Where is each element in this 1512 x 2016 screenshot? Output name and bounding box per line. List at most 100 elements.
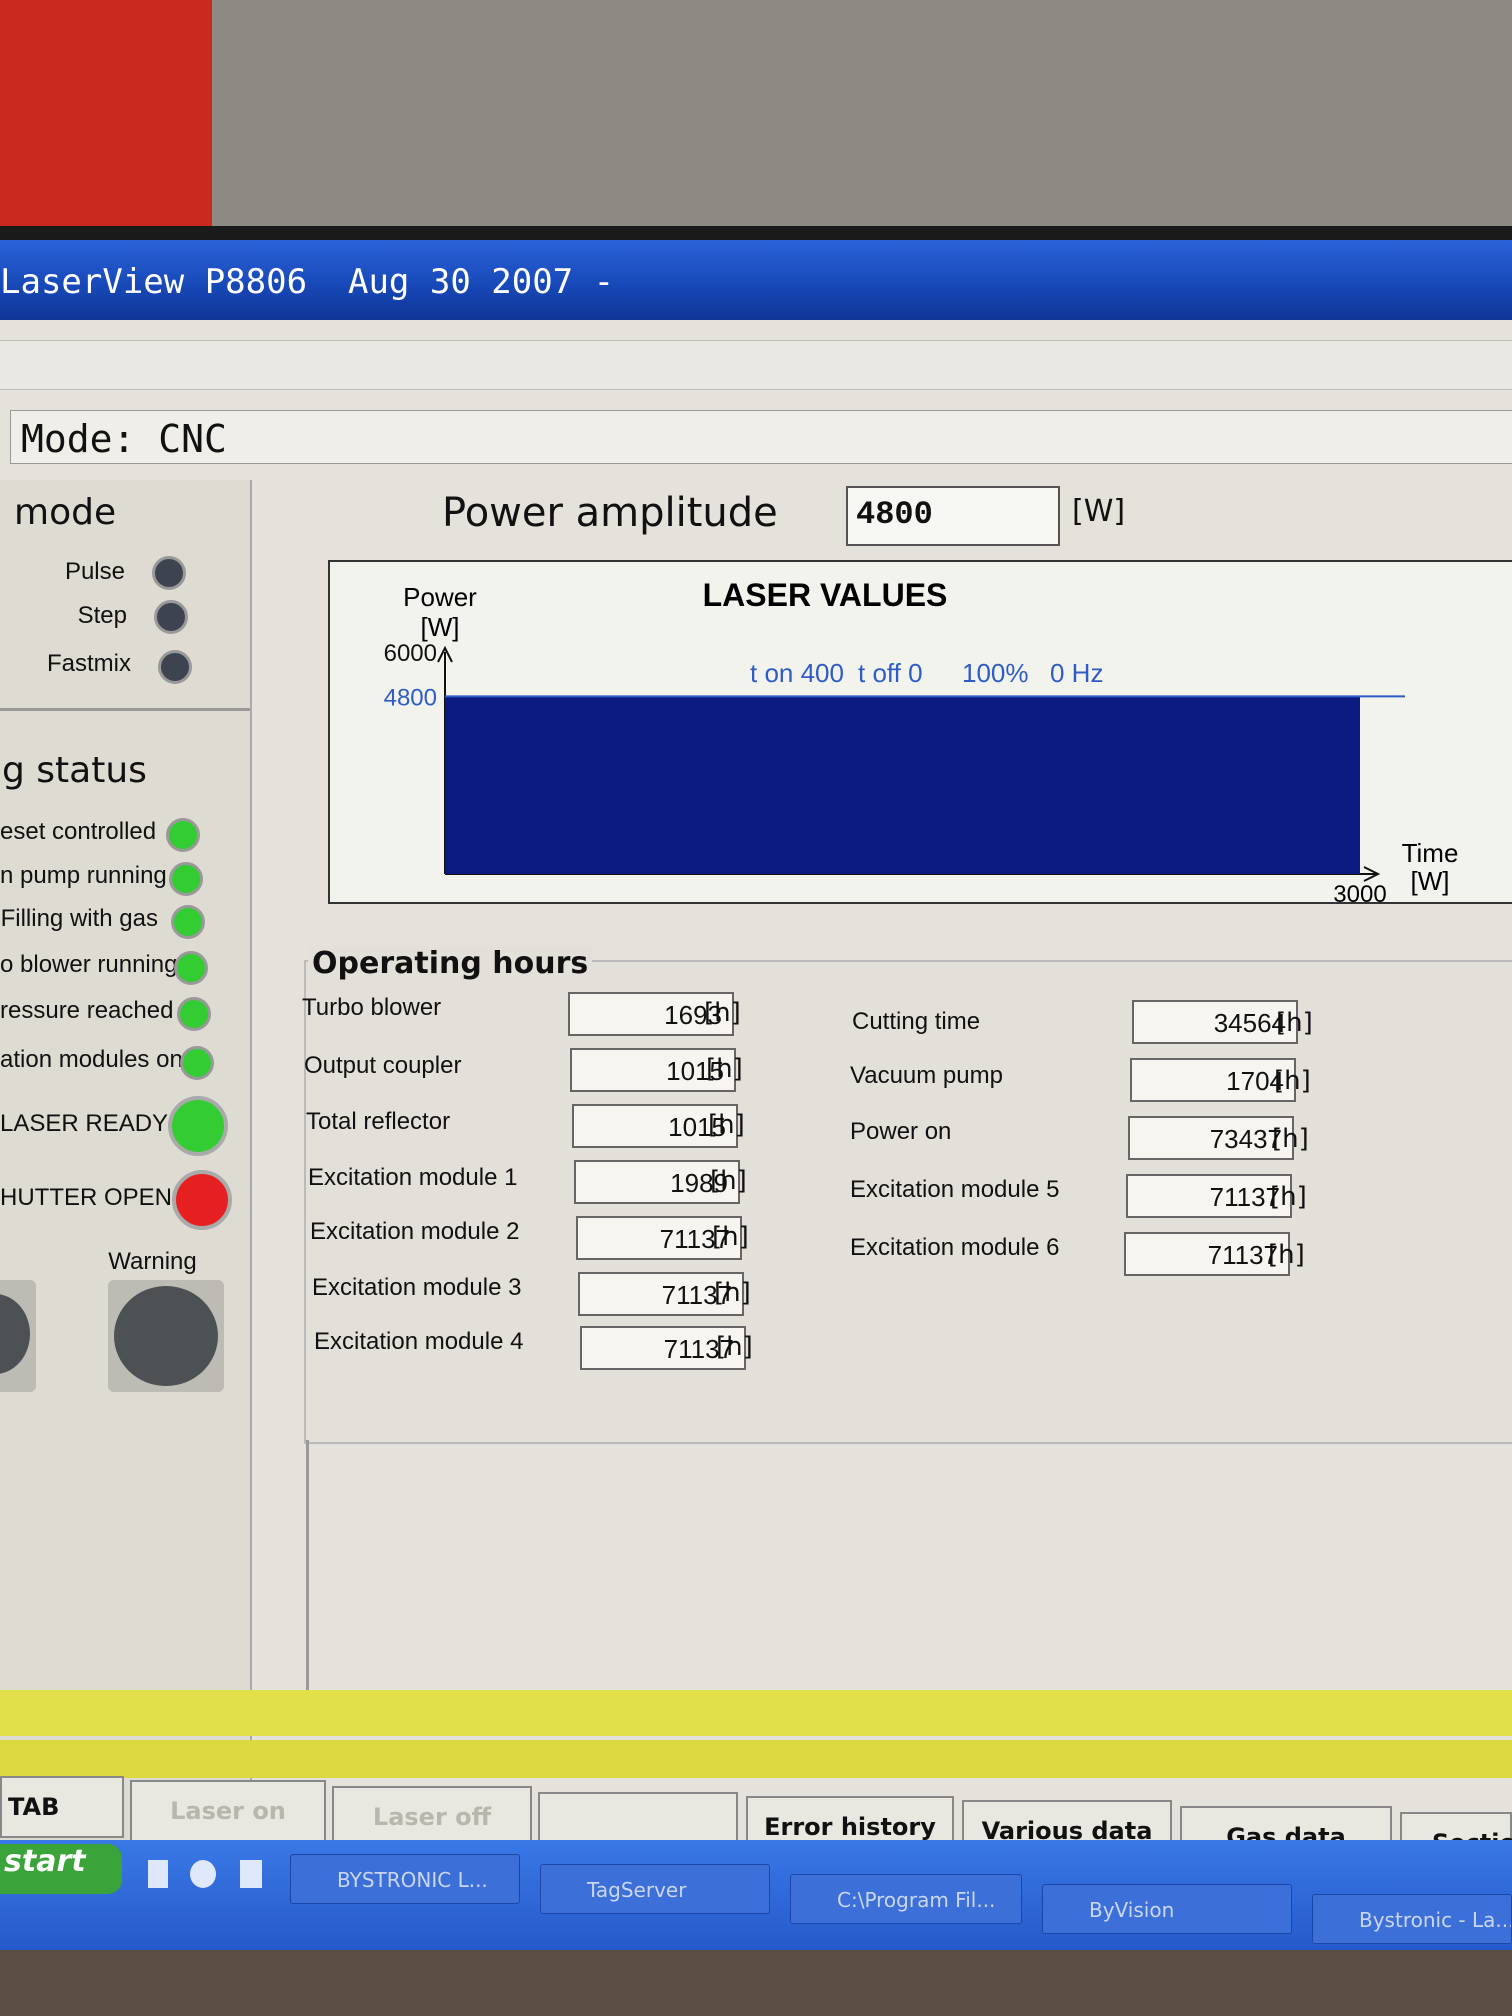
chart-svg: LASER VALUES Power [W] Time [W] 6000 4800… bbox=[384, 577, 1459, 908]
window-title: LaserView P8806 Aug 30 2007 - bbox=[0, 262, 615, 302]
op-label-excitation-module-3: Excitation module 3 bbox=[312, 1274, 522, 1301]
title-bar: LaserView P8806 Aug 30 2007 - bbox=[0, 240, 1512, 320]
operating-hours-title: Operating hours bbox=[308, 946, 593, 981]
status-led bbox=[174, 951, 208, 985]
warning-lamp-icon bbox=[114, 1286, 218, 1386]
op-unit: [h] bbox=[706, 1054, 743, 1084]
start-button[interactable]: start bbox=[0, 1844, 122, 1894]
power-amplitude-input[interactable]: 4800 bbox=[846, 486, 1060, 546]
status-bar-yellow bbox=[0, 1690, 1512, 1736]
warning-lamp-frame bbox=[108, 1280, 224, 1392]
status-bar-yellow-lower bbox=[0, 1740, 1512, 1778]
op-label-excitation-module-1: Excitation module 1 bbox=[308, 1164, 518, 1191]
power-amplitude-unit: [W] bbox=[1072, 494, 1126, 529]
tab-button[interactable]: TAB bbox=[0, 1776, 124, 1838]
op-label-vacuum-pump: Vacuum pump bbox=[850, 1062, 1003, 1089]
task-program-files[interactable]: C:\Program Fil... bbox=[790, 1874, 1022, 1924]
op-label-excitation-module-5: Excitation module 5 bbox=[850, 1176, 1060, 1203]
status-label: Filling with gas bbox=[0, 905, 158, 932]
task-tagserver[interactable]: TagServer bbox=[540, 1864, 770, 1914]
chart-annotation: 0 Hz bbox=[1050, 658, 1103, 688]
toolbar-strip bbox=[0, 340, 1512, 390]
op-value-box: 71137 bbox=[1126, 1174, 1292, 1218]
status-led bbox=[177, 997, 211, 1031]
desktop-icon[interactable] bbox=[148, 1860, 168, 1888]
laser-ready-label: LASER READY bbox=[0, 1110, 169, 1137]
chart-title: LASER VALUES bbox=[703, 577, 948, 613]
panel-divider bbox=[306, 1440, 309, 1730]
task-bystronic-l[interactable]: BYSTRONIC L... bbox=[290, 1854, 520, 1904]
pulse-indicator bbox=[152, 556, 186, 590]
op-label-turbo-blower: Turbo blower bbox=[302, 994, 442, 1021]
media-icon[interactable] bbox=[240, 1860, 262, 1888]
screen: LaserView P8806 Aug 30 2007 - Mode: CNC … bbox=[0, 240, 1512, 1960]
power-amplitude-value: 4800 bbox=[856, 496, 933, 533]
op-value-box: 73437 bbox=[1128, 1116, 1294, 1160]
op-label-excitation-module-2: Excitation module 2 bbox=[310, 1218, 520, 1245]
status-label: ation modules on bbox=[0, 1046, 183, 1073]
power-amplitude-label: Power amplitude bbox=[442, 490, 778, 536]
op-unit: [h] bbox=[1268, 1240, 1305, 1270]
step-label: Step bbox=[77, 602, 127, 629]
status-label: ressure reached bbox=[0, 997, 174, 1024]
status-led bbox=[171, 905, 205, 939]
op-unit: [h] bbox=[1272, 1124, 1309, 1154]
warning-label: Warning bbox=[108, 1248, 197, 1275]
lamp-frame bbox=[0, 1280, 36, 1392]
mode-section-title: mode bbox=[14, 492, 117, 533]
y-tick-label: 6000 bbox=[384, 640, 437, 667]
mode-bar: Mode: CNC bbox=[10, 410, 1512, 464]
desk bbox=[0, 1950, 1512, 2016]
op-label-cutting-time: Cutting time bbox=[852, 1008, 981, 1035]
chart-marks: 6000 4800 3000 t on 400 t off 0 100% 0 Hz bbox=[384, 640, 1405, 908]
lamp bbox=[0, 1294, 30, 1374]
status-led bbox=[169, 862, 203, 896]
laser-values-chart: LASER VALUES Power [W] Time [W] 6000 4800… bbox=[328, 560, 1512, 908]
op-unit: [h] bbox=[712, 1222, 749, 1252]
section-divider bbox=[0, 708, 250, 711]
x-axis-label-line2: [W] bbox=[1411, 866, 1450, 896]
laser-ready-led bbox=[168, 1096, 228, 1156]
op-unit: [h] bbox=[714, 1278, 751, 1308]
op-unit: [h] bbox=[716, 1332, 753, 1362]
browser-icon[interactable] bbox=[190, 1860, 216, 1888]
red-object bbox=[0, 0, 212, 245]
op-label-excitation-module-4: Excitation module 4 bbox=[314, 1328, 524, 1355]
chart-annotation: t off 0 bbox=[858, 658, 923, 688]
op-label-total-reflector: Total reflector bbox=[306, 1108, 451, 1135]
status-label: o blower running bbox=[0, 951, 178, 978]
op-label-power-on: Power on bbox=[850, 1118, 952, 1145]
op-label-excitation-module-6: Excitation module 6 bbox=[850, 1234, 1060, 1261]
op-unit: [h] bbox=[1274, 1066, 1311, 1096]
chart-annotation: t on 400 bbox=[750, 658, 844, 688]
task-bystronic-la[interactable]: Bystronic - La... bbox=[1312, 1894, 1512, 1944]
op-unit: [h] bbox=[1276, 1008, 1313, 1038]
fastmix-indicator bbox=[158, 650, 192, 684]
op-unit: [h] bbox=[708, 1110, 745, 1140]
status-label: n pump running bbox=[0, 862, 167, 889]
shutter-open-label: HUTTER OPEN bbox=[0, 1184, 173, 1211]
x-tick-label: 3000 bbox=[1333, 881, 1386, 902]
status-label: eset controlled bbox=[0, 818, 157, 845]
y-axis-label-line1: Power bbox=[403, 582, 477, 612]
fastmix-label: Fastmix bbox=[47, 650, 131, 677]
pulse-label: Pulse bbox=[64, 558, 125, 585]
mode-text: Mode: CNC bbox=[21, 417, 227, 461]
op-value-box: 1704 bbox=[1130, 1058, 1296, 1102]
x-axis-label-line1: Time bbox=[1402, 838, 1459, 868]
power-area bbox=[445, 696, 1360, 874]
shutter-open-led bbox=[172, 1170, 232, 1230]
background-wall bbox=[0, 0, 1512, 240]
y-tick-label: 4800 bbox=[384, 684, 437, 711]
op-label-output-coupler: Output coupler bbox=[304, 1052, 462, 1079]
y-axis-label-line2: [W] bbox=[421, 612, 460, 642]
laser-off-button[interactable]: Laser off bbox=[332, 1786, 532, 1848]
op-unit: [h] bbox=[710, 1166, 747, 1196]
op-unit: [h] bbox=[1270, 1182, 1307, 1212]
op-value-box: 71137 bbox=[1124, 1232, 1290, 1276]
chart-annotation: 100% bbox=[962, 658, 1029, 688]
laser-on-button[interactable]: Laser on bbox=[130, 1780, 326, 1842]
step-indicator bbox=[154, 600, 188, 634]
op-unit: [h] bbox=[704, 998, 741, 1028]
task-byvision[interactable]: ByVision bbox=[1042, 1884, 1292, 1934]
